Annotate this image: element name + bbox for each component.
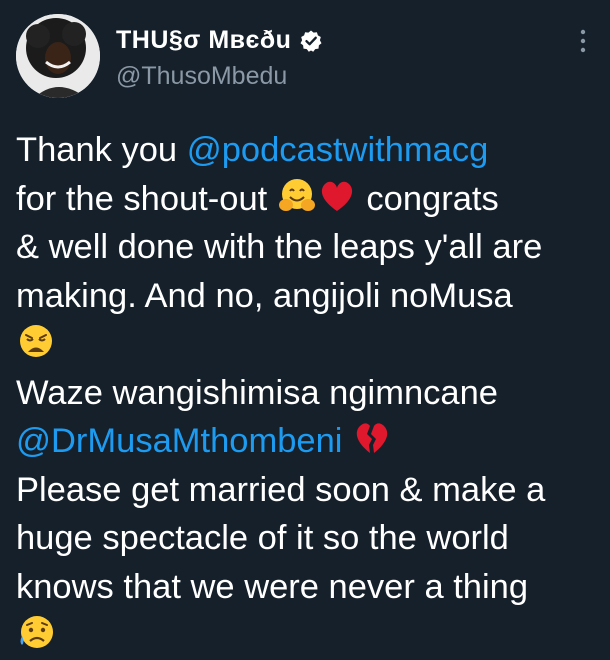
more-options-icon[interactable]: [578, 28, 588, 54]
tweet-line: [16, 320, 606, 369]
hugging-face-icon: [278, 178, 315, 211]
mention-link[interactable]: @DrMusaMthombeni: [16, 422, 342, 460]
tweet-line: [16, 611, 606, 660]
tweet-line: Waze wangishimisa ngimncane: [16, 373, 498, 412]
tweet-text-segment: congrats: [356, 179, 499, 218]
tweet-line: @DrMusaMthombeni: [16, 417, 606, 466]
verified-badge-icon: [300, 30, 322, 52]
tweet-line: knows that we were never a thing: [16, 567, 529, 606]
mention-link[interactable]: @podcastwithmacg: [187, 131, 489, 169]
tweet-line: Please get married soon & make a: [16, 470, 546, 509]
avatar[interactable]: [16, 14, 100, 98]
author-display-name[interactable]: THU§σ Mвєðu: [116, 26, 291, 55]
tweet-line: huge spectacle of it so the world: [16, 519, 509, 557]
red-heart-icon: [321, 181, 352, 211]
broken-heart-icon: [356, 423, 388, 453]
tweet-text-segment: Thank you: [16, 131, 187, 169]
author-name-row: THU§σ Mвєðu: [116, 26, 323, 55]
tweet-line: for the shout-out congrats: [16, 175, 606, 224]
weary-face-icon: [20, 325, 52, 357]
sad-sweat-face-icon: [20, 616, 53, 648]
tweet-line: making. And no, angijoli noMusa: [16, 276, 513, 315]
author-handle[interactable]: @ThusoMbedu: [116, 62, 287, 91]
tweet-line: & well done with the leaps y'all are: [16, 228, 543, 266]
tweet-text-segment: for the shout-out: [16, 179, 277, 218]
tweet-text: Thank you @podcastwithmacg for the shout…: [16, 126, 606, 660]
tweet-line: Thank you @podcastwithmacg: [16, 126, 606, 175]
tweet-header: THU§σ Mвєðu @ThusoMbedu: [0, 0, 610, 110]
